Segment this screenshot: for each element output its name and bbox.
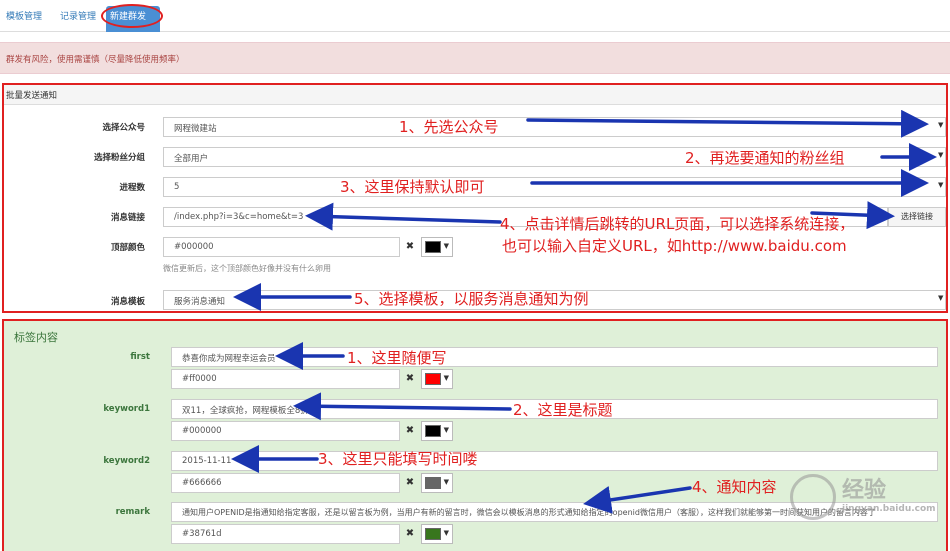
risk-alert: 群发有风险，使用需谨慎（尽量降低使用频率） <box>0 42 950 74</box>
clear-icon[interactable]: ✖ <box>401 421 419 441</box>
remark-color-input[interactable]: #38761d <box>171 524 400 544</box>
chevron-down-icon: ▼ <box>443 478 449 486</box>
chevron-down-icon: ▼ <box>443 374 449 382</box>
tag-content-title: 标签内容 <box>14 331 58 344</box>
clear-icon[interactable]: ✖ <box>401 369 419 389</box>
chevron-down-icon: ▼ <box>938 294 944 302</box>
account-select[interactable]: 网程微建站 <box>163 117 946 137</box>
remark-label: remark <box>115 507 150 517</box>
batch-notify-title: 批量发送通知 <box>4 85 946 105</box>
account-label: 选择公众号 <box>102 123 145 133</box>
process-count-select[interactable]: 5 <box>163 177 946 197</box>
chevron-down-icon: ▼ <box>938 151 944 159</box>
annotation-step5: 5、选择模板，以服务消息通知为例 <box>354 290 589 308</box>
topcolor-input[interactable]: #000000 <box>163 237 400 257</box>
first-color-input[interactable]: #ff0000 <box>171 369 400 389</box>
keyword2-color-input[interactable]: #666666 <box>171 473 400 493</box>
keyword2-label: keyword2 <box>103 456 150 466</box>
first-input[interactable]: 恭喜你成为网程幸运会员 <box>171 347 938 367</box>
keyword1-label: keyword1 <box>103 404 150 414</box>
annotation-step4-line1: 4、点击详情后跳转的URL页面，可以选择系统连接， <box>500 215 855 233</box>
annotation-step3: 3、这里保持默认即可 <box>340 178 485 196</box>
annotation-step1: 1、先选公众号 <box>399 118 499 136</box>
clear-icon[interactable]: ✖ <box>401 237 419 257</box>
chevron-down-icon: ▼ <box>443 242 449 250</box>
baidu-jingyan-watermark: 经验 jingyan.baidu.com <box>790 470 940 530</box>
first-label: first <box>130 352 150 362</box>
nav-tabs: 模板管理 记录管理 新建群发 <box>0 0 950 32</box>
color-chip <box>425 528 441 540</box>
process-label: 进程数 <box>119 183 145 193</box>
annotation-tag-first: 1、这里随便写 <box>347 349 447 367</box>
tab-template-manage[interactable]: 模板管理 <box>2 6 46 32</box>
keyword2-input[interactable]: 2015-11-11 <box>171 451 938 471</box>
chevron-down-icon: ▼ <box>443 529 449 537</box>
annotation-tag-keyword2: 3、这里只能填写时间喽 <box>318 450 478 468</box>
chevron-down-icon: ▼ <box>938 121 944 129</box>
clear-icon[interactable]: ✖ <box>401 524 419 544</box>
choose-link-button[interactable]: 选择链接 <box>888 207 946 227</box>
clear-icon[interactable]: ✖ <box>401 473 419 493</box>
chevron-down-icon: ▼ <box>938 181 944 189</box>
annotation-tag-remark: 4、通知内容 <box>692 478 777 496</box>
remark-color-picker[interactable]: ▼ <box>421 524 453 544</box>
chevron-down-icon: ▼ <box>443 426 449 434</box>
annotation-step2: 2、再选要通知的粉丝组 <box>685 149 845 167</box>
keyword1-color-input[interactable]: #000000 <box>171 421 400 441</box>
paw-logo-icon <box>790 474 836 520</box>
tab-record-manage[interactable]: 记录管理 <box>56 6 100 32</box>
link-label: 消息链接 <box>110 213 145 223</box>
template-label: 消息模板 <box>110 297 145 307</box>
color-chip <box>425 373 441 385</box>
topcolor-help: 微信更新后，这个顶部颜色好像并没有什么卵用 <box>163 264 331 273</box>
color-chip <box>425 477 441 489</box>
topcolor-picker[interactable]: ▼ <box>421 237 453 257</box>
color-chip <box>425 425 441 437</box>
annotation-tag-keyword1: 2、这里是标题 <box>513 401 613 419</box>
keyword1-color-picker[interactable]: ▼ <box>421 421 453 441</box>
watermark-url: jingyan.baidu.com <box>842 504 936 514</box>
topcolor-label: 顶部颜色 <box>110 243 145 253</box>
watermark-text: 经验 <box>842 478 887 503</box>
color-chip <box>425 241 441 253</box>
keyword2-color-picker[interactable]: ▼ <box>421 473 453 493</box>
annotation-step4-line2: 也可以输入自定义URL，如http://www.baidu.com <box>502 237 847 255</box>
highlight-circle <box>101 4 163 28</box>
first-color-picker[interactable]: ▼ <box>421 369 453 389</box>
group-label: 选择粉丝分组 <box>93 153 145 163</box>
